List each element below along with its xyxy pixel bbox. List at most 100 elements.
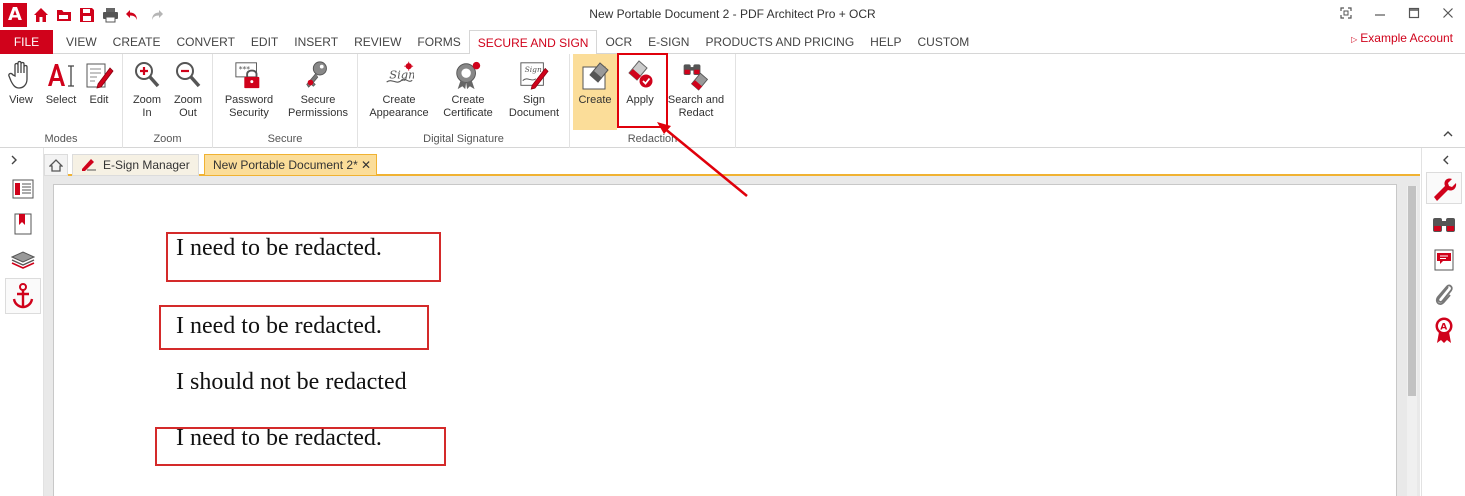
zoom-in-button[interactable]: Zoom In (127, 58, 167, 120)
search-and-redact-button[interactable]: Search and Redact (664, 58, 728, 120)
ribbon: View Select Edit Modes Zoom In Zoom Out … (0, 54, 1465, 148)
zoom-out-label: Zoom Out (173, 94, 203, 119)
zoom-out-button[interactable]: Zoom Out (169, 58, 207, 120)
title-bar: A New Portable Document 2 - PDF Architec… (0, 0, 1465, 30)
binoculars-icon[interactable] (1430, 212, 1458, 240)
create-appearance-label: Create Appearance (369, 94, 429, 119)
ribbon-group-zoom: Zoom In Zoom Out Zoom (123, 54, 213, 148)
sign-document-label: Sign Document (508, 94, 560, 119)
tab-insert[interactable]: INSERT (286, 30, 346, 54)
doc-tab-e-sign-label: E-Sign Manager (103, 158, 190, 172)
apply-highlight-box (617, 53, 668, 128)
minimize-icon[interactable] (1363, 0, 1397, 26)
account-link[interactable]: ▷ Example Account (1351, 30, 1453, 48)
certificate-icon (453, 58, 483, 92)
layers-icon[interactable] (10, 246, 36, 272)
ribbon-tab-row: FILE VIEW CREATE CONVERT EDIT INSERT REV… (0, 30, 1465, 55)
print-icon[interactable] (101, 5, 119, 25)
maximize-icon[interactable] (1397, 0, 1431, 26)
svg-text:***: *** (239, 65, 251, 74)
secure-permissions-button[interactable]: Secure Permissions (285, 58, 351, 120)
eraser-icon (580, 58, 610, 92)
comments-icon[interactable] (1430, 246, 1458, 274)
redo-icon[interactable] (147, 5, 165, 25)
close-icon[interactable] (1431, 0, 1465, 26)
tab-create[interactable]: CREATE (105, 30, 169, 54)
expand-left-panel-icon[interactable] (10, 154, 18, 168)
secure-group-label: Secure (267, 133, 303, 145)
scrollbar-thumb[interactable] (1408, 186, 1416, 396)
select-mode-label: Select (45, 94, 77, 106)
document-viewport: I need to be redacted. I need to be reda… (44, 176, 1420, 496)
search-and-redact-label: Search and Redact (667, 94, 725, 119)
home-icon[interactable] (32, 5, 50, 25)
tab-ocr[interactable]: OCR (597, 30, 640, 54)
create-certificate-button[interactable]: Create Certificate (438, 58, 498, 120)
key-icon (303, 58, 333, 92)
bookmarks-icon[interactable] (10, 211, 36, 237)
tab-view[interactable]: VIEW (58, 30, 105, 54)
open-folder-icon[interactable] (55, 5, 73, 25)
password-security-button[interactable]: *** Password Security (219, 58, 279, 120)
collapse-right-panel-icon[interactable] (1442, 154, 1450, 168)
account-label: Example Account (1360, 31, 1453, 45)
ribbon-tabs: VIEW CREATE CONVERT EDIT INSERT REVIEW F… (58, 30, 978, 55)
select-text-icon (46, 58, 76, 92)
svg-text:Sign: Sign (389, 68, 414, 82)
vertical-scrollbar[interactable] (1407, 186, 1417, 496)
fullscreen-icon[interactable] (1329, 0, 1363, 26)
tab-products-and-pricing[interactable]: PRODUCTS AND PRICING (697, 30, 862, 54)
tab-review[interactable]: REVIEW (346, 30, 409, 54)
window-title: New Portable Document 2 - PDF Architect … (589, 7, 876, 21)
left-navigation-panel (0, 148, 44, 496)
collapse-ribbon-icon[interactable] (1443, 129, 1453, 141)
sign-document-button[interactable]: Sign Sign Document (504, 58, 564, 120)
close-tab-icon[interactable]: ✕ (361, 155, 371, 175)
caret-right-icon: ▷ (1351, 35, 1358, 44)
save-icon[interactable] (78, 5, 96, 25)
edit-icon (84, 58, 114, 92)
document-line-3[interactable]: I should not be redacted (176, 369, 407, 396)
anchor-icon[interactable] (5, 278, 41, 314)
svg-text:Sign: Sign (525, 65, 542, 74)
create-redaction-button[interactable]: Create (573, 54, 617, 130)
file-tab[interactable]: FILE (0, 30, 53, 54)
tab-e-sign[interactable]: E-SIGN (640, 30, 697, 54)
page-thumbnails-icon[interactable] (10, 176, 36, 202)
svg-text:A: A (1440, 323, 1447, 333)
view-mode-button[interactable]: View (4, 58, 38, 107)
undo-icon[interactable] (124, 5, 142, 25)
redaction-mark-2[interactable] (159, 305, 429, 350)
edit-mode-button[interactable]: Edit (82, 58, 116, 107)
tab-edit[interactable]: EDIT (243, 30, 286, 54)
ribbon-group-modes: View Select Edit Modes (0, 54, 123, 148)
tab-custom[interactable]: CUSTOM (910, 30, 978, 54)
tab-help[interactable]: HELP (862, 30, 909, 54)
attachments-icon[interactable] (1430, 280, 1458, 308)
doc-tab-e-sign-manager[interactable]: E-Sign Manager (72, 154, 199, 176)
app-logo[interactable]: A (3, 3, 27, 27)
zoom-group-label: Zoom (153, 133, 182, 145)
edit-mode-label: Edit (89, 94, 109, 106)
password-lock-icon: *** (234, 58, 264, 92)
e-sign-pen-icon (82, 159, 96, 171)
tab-forms[interactable]: FORMS (409, 30, 468, 54)
create-appearance-button[interactable]: Sign Create Appearance (366, 58, 432, 120)
ribbon-group-digital-signature: Sign Create Appearance Create Certificate … (358, 54, 570, 148)
redaction-mark-1[interactable] (166, 232, 441, 282)
zoom-out-icon (173, 58, 203, 92)
wrench-icon[interactable] (1426, 172, 1462, 204)
signature-icon: Sign (384, 58, 414, 92)
select-mode-button[interactable]: Select (42, 58, 80, 107)
certificate-badge-icon[interactable]: A (1430, 316, 1458, 344)
window-controls (1329, 0, 1465, 26)
right-tools-panel: A (1421, 148, 1465, 496)
tab-secure-and-sign[interactable]: SECURE AND SIGN (468, 30, 598, 55)
secure-permissions-label: Secure Permissions (288, 94, 348, 119)
doc-tab-new-portable-document[interactable]: New Portable Document 2* ✕ (204, 154, 377, 176)
home-tab[interactable] (44, 154, 68, 176)
redaction-mark-3[interactable] (155, 427, 446, 466)
tab-convert[interactable]: CONVERT (168, 30, 242, 54)
sign-document-icon: Sign (519, 58, 549, 92)
document-page[interactable]: I need to be redacted. I need to be reda… (53, 184, 1397, 496)
